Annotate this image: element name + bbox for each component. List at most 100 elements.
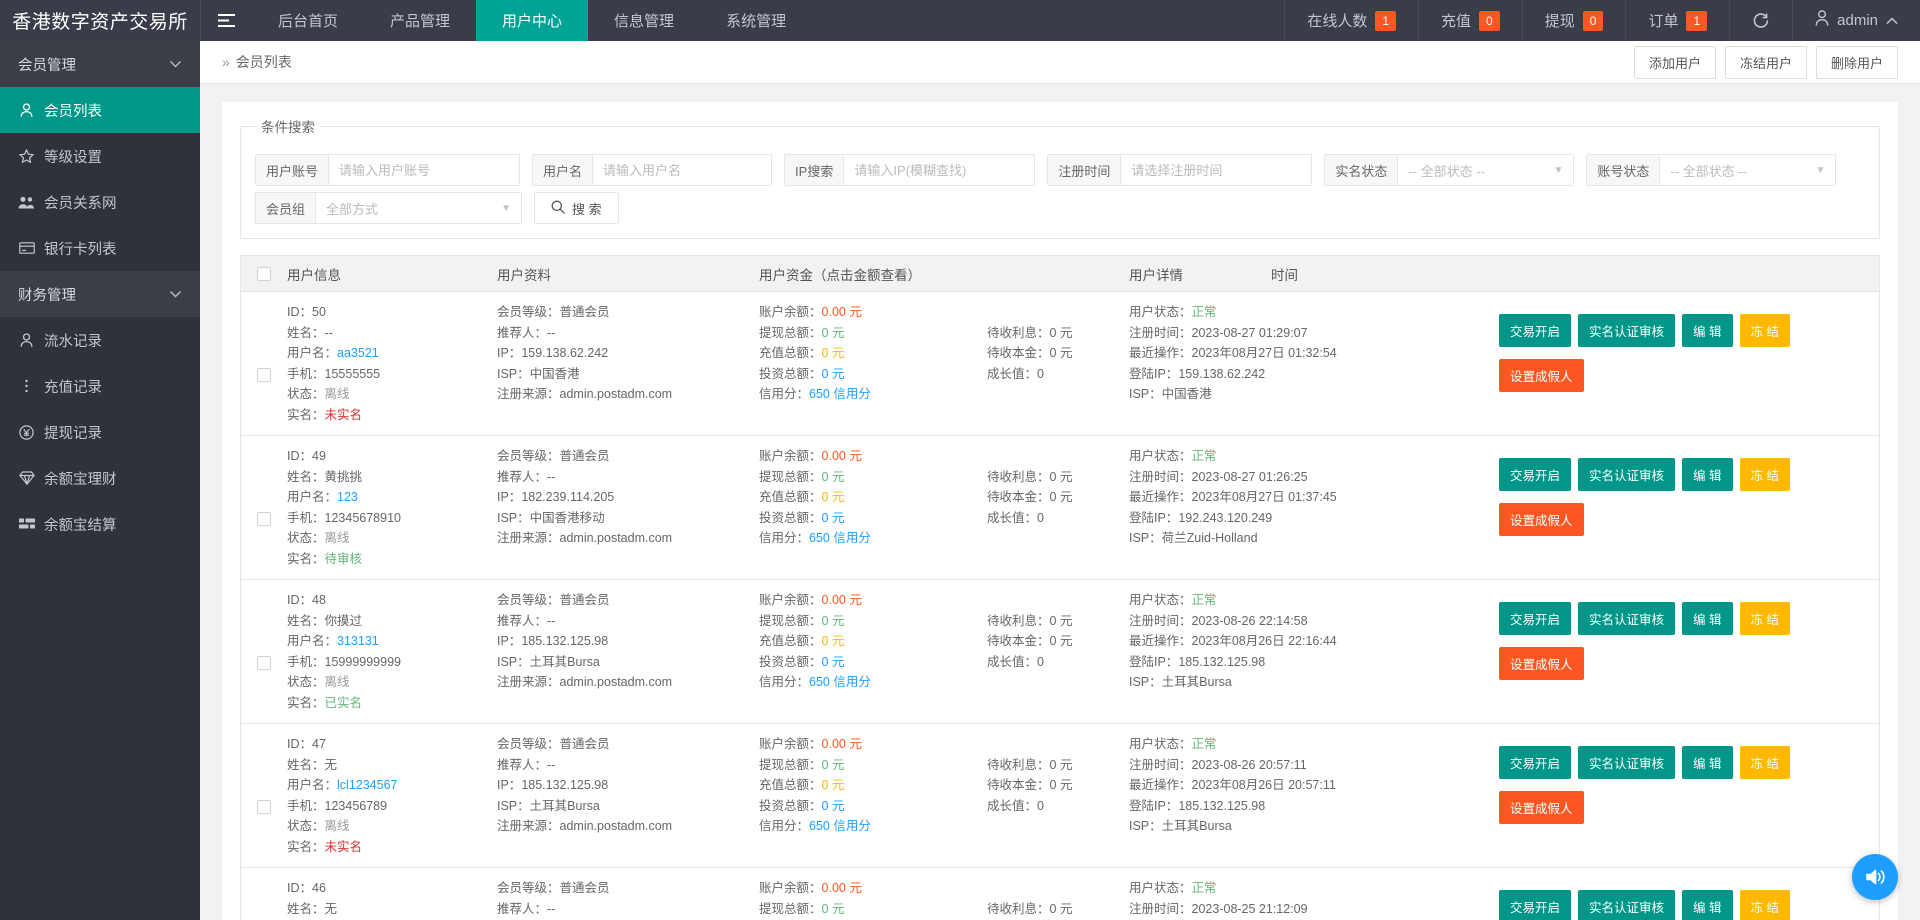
search-button[interactable]: 搜 索 <box>534 192 619 224</box>
username-input[interactable] <box>593 155 771 185</box>
account-status-value: -- 全部状态 -- <box>1670 161 1747 180</box>
stat-online[interactable]: 在线人数 1 <box>1284 0 1418 41</box>
yuan-circle-icon <box>18 425 35 440</box>
refresh-icon[interactable] <box>1729 0 1792 41</box>
row-checkbox[interactable] <box>257 656 271 670</box>
row-user-status: 用户状态：正常 <box>1129 302 1499 323</box>
realname-audit-button[interactable]: 实名认证审核 <box>1578 458 1675 491</box>
realname-audit-button[interactable]: 实名认证审核 <box>1578 746 1675 779</box>
edit-button[interactable]: 编 辑 <box>1682 458 1732 491</box>
sidebar-item-member-network[interactable]: 会员关系网 <box>0 179 200 225</box>
row-username: 用户名：313131 <box>287 631 497 652</box>
member-group-label: 会员组 <box>256 193 316 223</box>
sidebar-group-finance[interactable]: 财务管理 <box>0 271 200 317</box>
member-group-value: 全部方式 <box>326 199 378 218</box>
select-all-checkbox[interactable] <box>257 267 271 281</box>
row-checkbox[interactable] <box>257 512 271 526</box>
cell-user-profile: 会员等级：普通会员推荐人：--IP：182.239.114.205ISP：中国香… <box>497 446 759 569</box>
sidebar-group-member-label: 会员管理 <box>18 54 76 75</box>
freeze-button[interactable]: 冻 结 <box>1740 890 1790 920</box>
freeze-user-button[interactable]: 冻结用户 <box>1725 46 1807 79</box>
edit-button[interactable]: 编 辑 <box>1682 746 1732 779</box>
nav-item-2[interactable]: 用户中心 <box>476 0 588 41</box>
cell-user-funds[interactable]: 账户余额：0.00 元提现总额：0 元充值总额：0 元投资总额：0 元信用分：6… <box>759 302 987 425</box>
trade-open-button[interactable]: 交易开启 <box>1499 890 1571 920</box>
breadcrumb-current: 会员列表 <box>236 52 292 72</box>
row-referrer: 推荐人：-- <box>497 323 759 344</box>
set-fake-button[interactable]: 设置成假人 <box>1499 791 1584 824</box>
trade-open-button[interactable]: 交易开启 <box>1499 746 1571 779</box>
row-user-status: 用户状态：正常 <box>1129 446 1499 467</box>
sound-icon[interactable] <box>1852 854 1898 900</box>
sidebar-item-recharge-record[interactable]: 充值记录 <box>0 363 200 409</box>
trade-open-button[interactable]: 交易开启 <box>1499 458 1571 491</box>
ip-input[interactable] <box>844 155 1034 185</box>
add-user-button[interactable]: 添加用户 <box>1634 46 1716 79</box>
sidebar-item-level-settings[interactable]: 等级设置 <box>0 133 200 179</box>
row-online: 状态：离线 <box>287 672 497 693</box>
set-fake-button[interactable]: 设置成假人 <box>1499 359 1584 392</box>
row-user-status: 用户状态：正常 <box>1129 590 1499 611</box>
set-fake-button[interactable]: 设置成假人 <box>1499 503 1584 536</box>
trade-open-button[interactable]: 交易开启 <box>1499 314 1571 347</box>
stat-order[interactable]: 订单 1 <box>1625 0 1729 41</box>
row-source: 注册来源：admin.postadm.com <box>497 528 759 549</box>
sidebar-item-yuebao-finance[interactable]: 余额宝理财 <box>0 455 200 501</box>
cell-user-funds[interactable]: 账户余额：0.00 元提现总额：0 元充值总额：0 元投资总额：0 元信用分：6… <box>759 734 987 857</box>
sidebar-item-bankcard-list[interactable]: 银行卡列表 <box>0 225 200 271</box>
nav-item-0[interactable]: 后台首页 <box>252 0 364 41</box>
row-realname: 实名：已实名 <box>287 693 497 714</box>
sidebar-group-member[interactable]: 会员管理 <box>0 41 200 87</box>
realname-audit-button[interactable]: 实名认证审核 <box>1578 890 1675 920</box>
register-time-input[interactable] <box>1121 155 1311 185</box>
freeze-button[interactable]: 冻 结 <box>1740 602 1790 635</box>
stat-order-label: 订单 <box>1648 10 1678 31</box>
row-pending-interest: 待收利息：0 元 <box>987 611 1129 632</box>
edit-button[interactable]: 编 辑 <box>1682 314 1732 347</box>
cell-user-funds[interactable]: 账户余额：0.00 元提现总额：0 元 <box>759 878 987 920</box>
sidebar-item-withdraw-record[interactable]: 提现记录 <box>0 409 200 455</box>
account-input[interactable] <box>329 155 519 185</box>
freeze-button[interactable]: 冻 结 <box>1740 746 1790 779</box>
nav-item-4[interactable]: 系统管理 <box>700 0 812 41</box>
sidebar-item-member-list[interactable]: 会员列表 <box>0 87 200 133</box>
search-row-2: 会员组 全部方式 ▼ 搜 索 <box>255 192 1865 224</box>
freeze-button[interactable]: 冻 结 <box>1740 314 1790 347</box>
realname-status-select[interactable]: -- 全部状态 -- ▼ <box>1398 155 1573 185</box>
member-group-select[interactable]: 全部方式 ▼ <box>316 193 521 223</box>
edit-button[interactable]: 编 辑 <box>1682 890 1732 920</box>
account-status-select[interactable]: -- 全部状态 -- ▼ <box>1660 155 1835 185</box>
row-pending-interest: 待收利息：0 元 <box>987 467 1129 488</box>
nav-item-1[interactable]: 产品管理 <box>364 0 476 41</box>
nav-item-3[interactable]: 信息管理 <box>588 0 700 41</box>
row-login-ip: 登陆IP：185.132.125.98 <box>1129 652 1499 673</box>
trade-open-button[interactable]: 交易开启 <box>1499 602 1571 635</box>
realname-audit-button[interactable]: 实名认证审核 <box>1578 602 1675 635</box>
delete-user-button[interactable]: 删除用户 <box>1816 46 1898 79</box>
edit-button[interactable]: 编 辑 <box>1682 602 1732 635</box>
row-balance: 账户余额：0.00 元 <box>759 734 987 755</box>
hamburger-icon[interactable] <box>200 0 252 41</box>
member-group-field-group: 会员组 全部方式 ▼ <box>255 192 522 224</box>
sidebar-item-flow-record[interactable]: 流水记录 <box>0 317 200 363</box>
topbar-spacer <box>812 0 1284 41</box>
user-icon <box>18 103 35 117</box>
set-fake-button[interactable]: 设置成假人 <box>1499 647 1584 680</box>
freeze-button[interactable]: 冻 结 <box>1740 458 1790 491</box>
cell-user-funds[interactable]: 账户余额：0.00 元提现总额：0 元充值总额：0 元投资总额：0 元信用分：6… <box>759 446 987 569</box>
stat-recharge[interactable]: 充值 0 <box>1418 0 1522 41</box>
stat-withdraw[interactable]: 提现 0 <box>1522 0 1626 41</box>
row-ip: IP：185.132.125.98 <box>497 775 759 796</box>
realname-audit-button[interactable]: 实名认证审核 <box>1578 314 1675 347</box>
sidebar-item-yuebao-settlement[interactable]: 余额宝结算 <box>0 501 200 547</box>
caret-down-icon: ▼ <box>1553 165 1563 176</box>
cell-user-funds[interactable]: 账户余额：0.00 元提现总额：0 元充值总额：0 元投资总额：0 元信用分：6… <box>759 590 987 713</box>
row-register-time: 注册时间：2023-08-26 22:14:58 <box>1129 611 1499 632</box>
row-checkbox[interactable] <box>257 800 271 814</box>
row-action-buttons-2: 设置成假人 <box>1499 347 1879 392</box>
row-balance: 账户余额：0.00 元 <box>759 590 987 611</box>
stat-recharge-label: 充值 <box>1441 10 1471 31</box>
row-checkbox[interactable] <box>257 368 271 382</box>
user-menu[interactable]: admin <box>1792 0 1920 41</box>
caret-down-icon: ▼ <box>501 203 511 214</box>
